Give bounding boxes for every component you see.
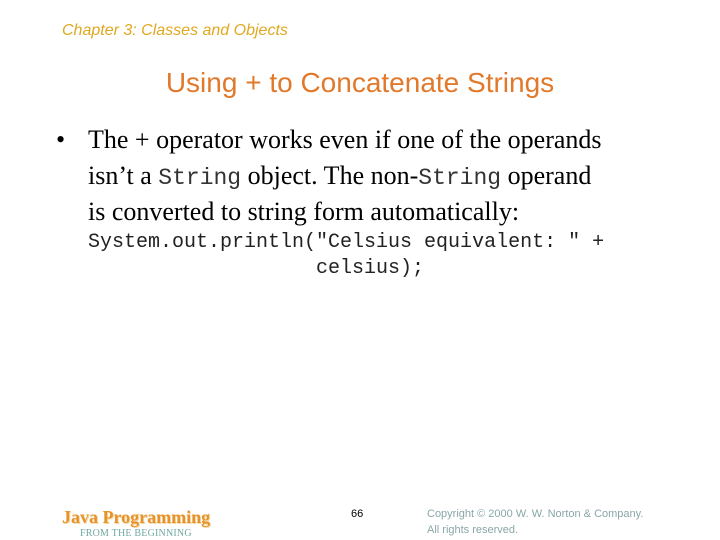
bullet-icon: • [56, 125, 66, 154]
inline-code: String [158, 165, 242, 191]
inline-code: String [418, 165, 502, 191]
chapter-header: Chapter 3: Classes and Objects [62, 22, 288, 39]
bullet-text: operand [501, 161, 592, 190]
bullet-line-2: isn’t a String object. The non-String op… [56, 158, 696, 194]
copyright-line-2: All rights reserved. [427, 524, 519, 536]
code-example: System.out.println("Celsius equivalent: … [88, 230, 604, 282]
code-line-1: System.out.println("Celsius equivalent: … [88, 231, 605, 254]
bullet-text: The + operator works even if one of the … [88, 125, 602, 154]
copyright-notice: Copyright © 2000 W. W. Norton & Company.… [427, 506, 643, 538]
code-line-2: celsius); [88, 257, 425, 280]
bullet-text: object. The non- [241, 161, 419, 190]
page-number: 66 [351, 508, 364, 520]
book-logo-subtitle: FROM THE BEGINNING [80, 528, 192, 539]
slide-title: Using + to Concatenate Strings [165, 67, 555, 98]
bullet-line-3: is converted to string form automaticall… [56, 194, 696, 230]
bullet-line-1: • The + operator works even if one of the… [56, 122, 696, 158]
bullet-point: • The + operator works even if one of the… [56, 122, 696, 230]
bullet-text: is converted to string form automaticall… [88, 197, 520, 226]
book-logo-title: Java Programming [62, 507, 211, 527]
copyright-line-1: Copyright © 2000 W. W. Norton & Company. [427, 508, 644, 520]
bullet-text: isn’t a [88, 161, 159, 190]
